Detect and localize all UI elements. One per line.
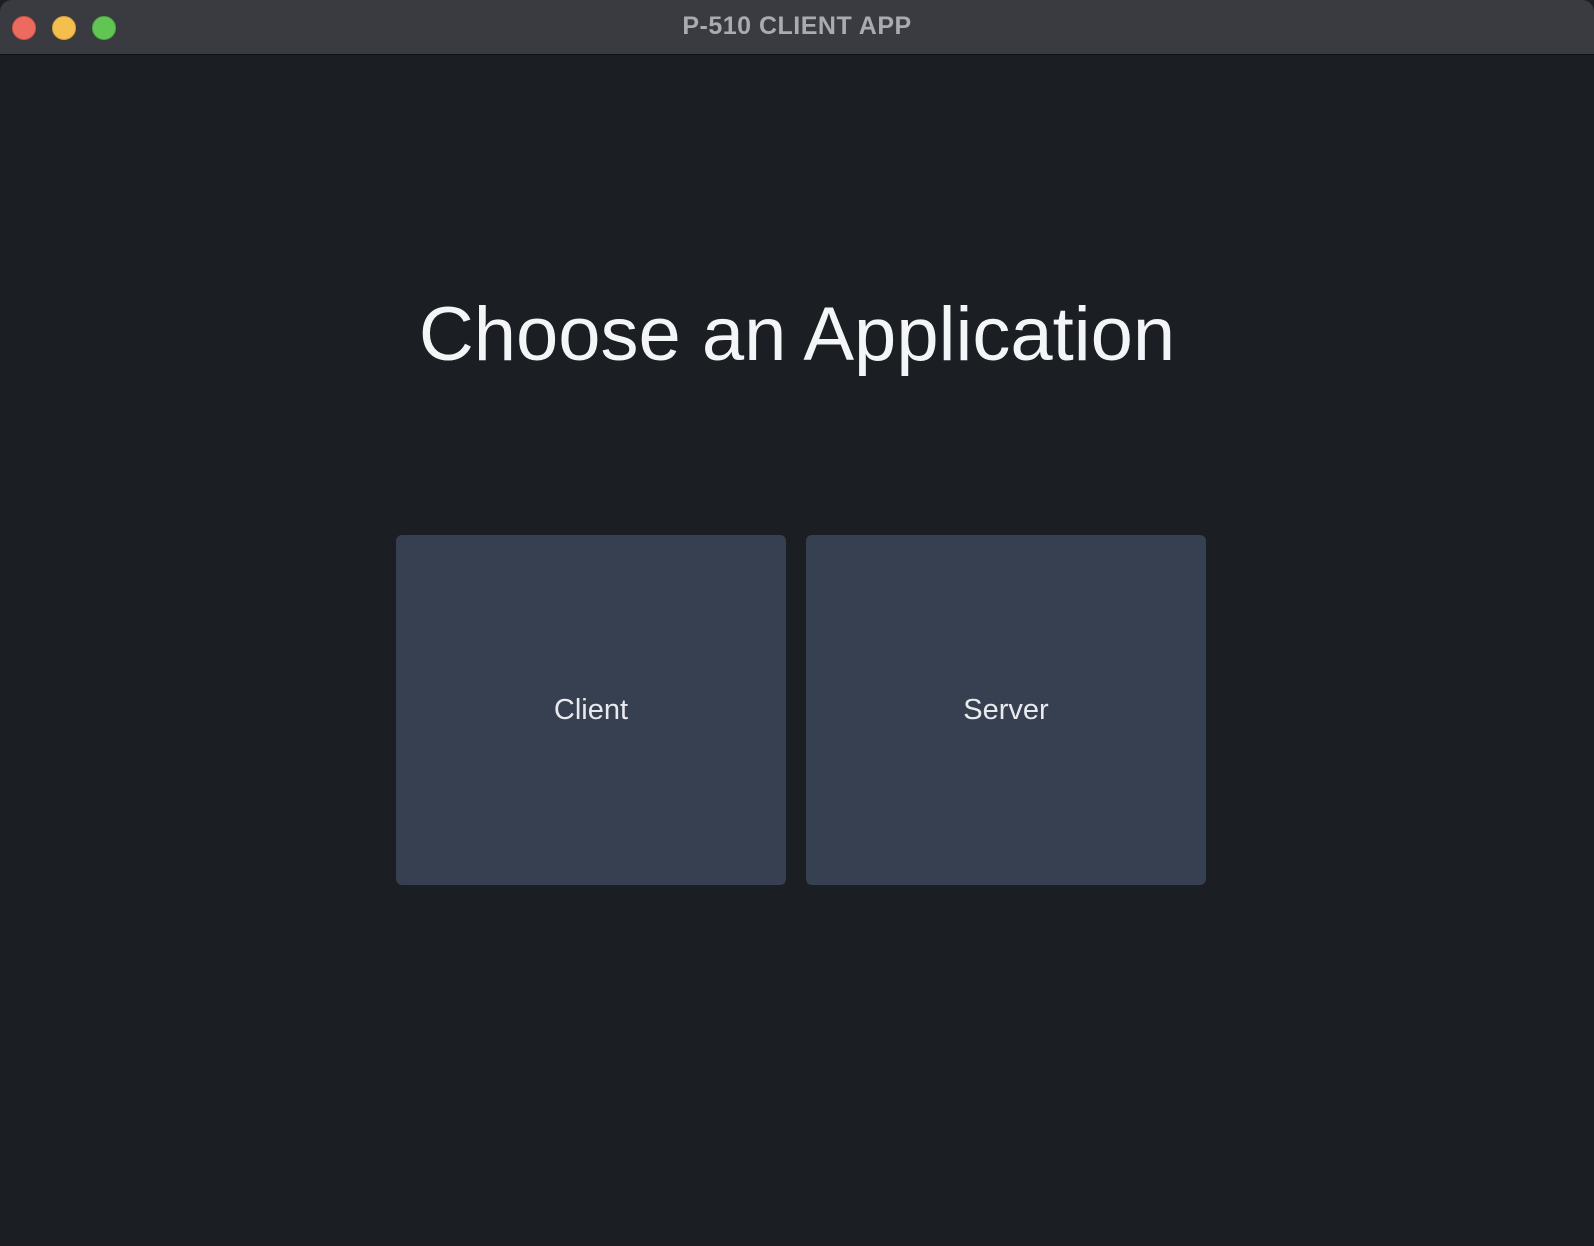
app-window: P-510 CLIENT APP Choose an Application C… [0,0,1594,1246]
main-content: Choose an Application Client Server [0,55,1594,1246]
client-app-button[interactable]: Client [396,535,786,885]
server-app-button[interactable]: Server [806,535,1206,885]
server-app-label: Server [963,693,1049,726]
window-title: P-510 CLIENT APP [682,12,912,40]
page-heading: Choose an Application [418,292,1176,377]
title-bar: P-510 CLIENT APP [0,0,1594,55]
client-app-label: Client [553,693,629,726]
